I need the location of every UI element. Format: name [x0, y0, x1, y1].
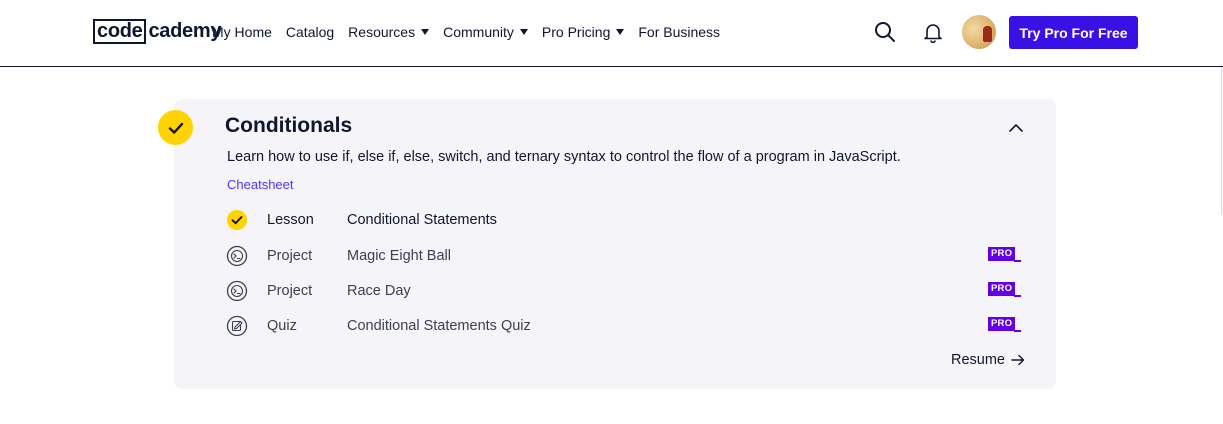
nav-community-dropdown[interactable]: Community: [443, 24, 528, 40]
item-title: Conditional Statements Quiz: [347, 318, 531, 334]
notifications-button[interactable]: [922, 21, 944, 44]
page-edge-divider: [1221, 67, 1222, 215]
module-item-project[interactable]: Project Race Day PRO: [226, 280, 1026, 304]
collapse-module-button[interactable]: [1006, 120, 1026, 136]
nav-community-label: Community: [443, 24, 514, 40]
nav-my-home[interactable]: My Home: [212, 24, 272, 40]
top-nav-bar: code cademy My Home Catalog Resources Co…: [0, 0, 1223, 67]
caret-down-icon: [421, 29, 430, 35]
completed-check-icon: [226, 209, 248, 231]
item-title: Race Day: [347, 283, 411, 299]
module-title: Conditionals: [225, 114, 353, 137]
nav-resources-dropdown[interactable]: Resources: [348, 24, 430, 40]
nav-for-business[interactable]: For Business: [638, 24, 720, 40]
nav-pro-pricing-dropdown[interactable]: Pro Pricing: [541, 24, 625, 40]
item-title: Magic Eight Ball: [347, 248, 451, 264]
resume-label: Resume: [951, 352, 1005, 368]
module-item-project[interactable]: Project Magic Eight Ball PRO: [226, 245, 1026, 269]
pro-badge: PRO: [988, 317, 1016, 331]
item-title: Conditional Statements: [347, 212, 497, 228]
nav-pro-pricing-label: Pro Pricing: [541, 24, 611, 40]
item-type-label: Project: [267, 248, 313, 264]
checkmark-icon: [168, 122, 183, 134]
quiz-icon: [226, 315, 248, 337]
item-type-label: Project: [267, 283, 313, 299]
module-item-lesson[interactable]: Lesson Conditional Statements: [226, 209, 1026, 233]
module-card: [174, 99, 1056, 389]
pro-badge-cursor: [1014, 295, 1021, 297]
pro-badge: PRO: [988, 282, 1016, 296]
chevron-up-icon: [1009, 124, 1023, 132]
nav-catalog-label: Catalog: [285, 24, 335, 40]
try-pro-button[interactable]: Try Pro For Free: [1009, 16, 1138, 49]
caret-down-icon: [616, 29, 625, 35]
pro-badge: PRO: [988, 247, 1016, 261]
module-description: Learn how to use if, else if, else, swit…: [227, 149, 901, 165]
nav-catalog[interactable]: Catalog: [286, 24, 334, 40]
caret-down-icon: [519, 29, 528, 35]
nav-for-business-label: For Business: [638, 24, 721, 40]
search-icon: [875, 22, 895, 42]
logo-cademy-part: cademy: [148, 20, 222, 42]
cheatsheet-link[interactable]: Cheatsheet: [227, 177, 294, 192]
project-icon: [226, 245, 248, 267]
pro-badge-cursor: [1014, 330, 1021, 332]
pro-badge-cursor: [1014, 260, 1021, 262]
main-nav: My Home Catalog Resources Community Pro …: [212, 0, 734, 64]
resume-link[interactable]: Resume: [951, 352, 1025, 368]
logo-code-part: code: [93, 19, 147, 44]
nav-resources-label: Resources: [348, 24, 416, 40]
project-icon: [226, 280, 248, 302]
bell-icon: [924, 24, 942, 44]
module-complete-badge: [158, 110, 193, 145]
search-button[interactable]: [874, 21, 896, 43]
item-type-label: Lesson: [267, 212, 314, 228]
codecademy-logo[interactable]: code cademy: [93, 19, 221, 44]
user-avatar[interactable]: [962, 15, 996, 49]
item-type-label: Quiz: [267, 318, 297, 334]
module-item-quiz[interactable]: Quiz Conditional Statements Quiz PRO: [226, 315, 1026, 339]
nav-my-home-label: My Home: [212, 24, 272, 40]
arrow-right-icon: [1011, 354, 1025, 366]
